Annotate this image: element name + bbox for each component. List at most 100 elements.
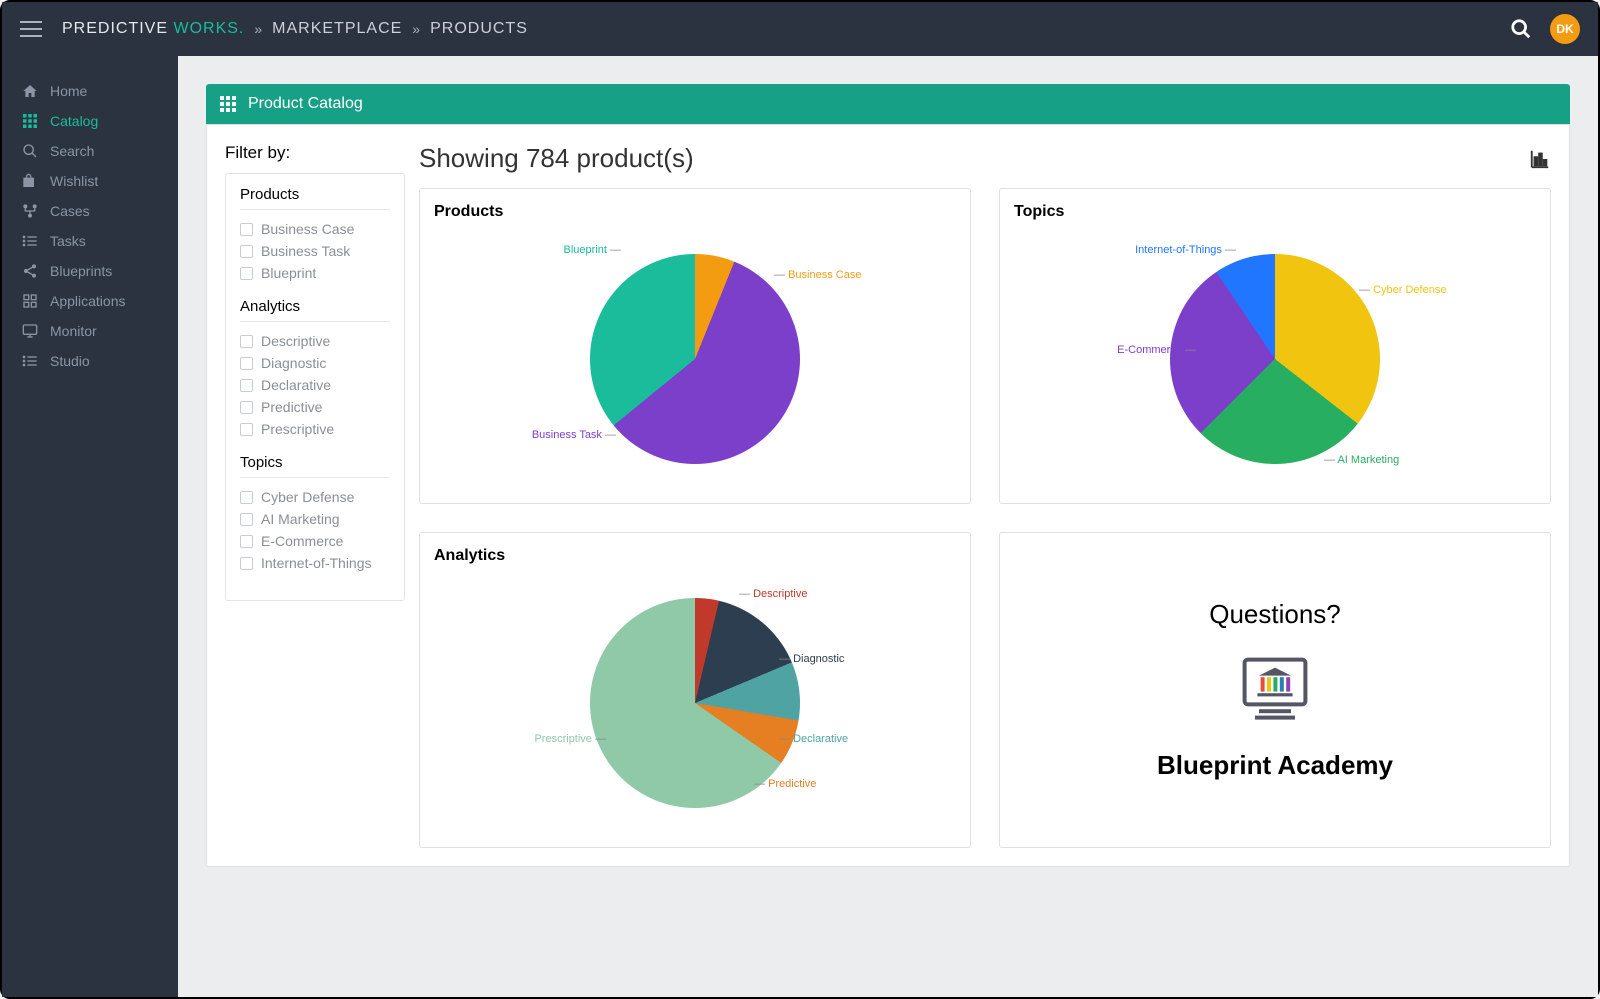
filter-option[interactable]: Diagnostic (240, 352, 390, 374)
filter-option[interactable]: Descriptive (240, 330, 390, 352)
grid-icon (22, 113, 38, 129)
checkbox-icon (240, 491, 253, 504)
checkbox-icon (240, 267, 253, 280)
search-icon (22, 143, 38, 159)
bag-icon (22, 173, 38, 189)
sidebar-item-monitor[interactable]: Monitor (2, 316, 178, 346)
checkbox-icon (240, 423, 253, 436)
chevron-icon: » (412, 21, 420, 37)
checkbox-icon (240, 535, 253, 548)
filter-option[interactable]: Business Case (240, 218, 390, 240)
filter-option[interactable]: Cyber Defense (240, 486, 390, 508)
pie-label: — Predictive (754, 778, 816, 790)
filter-option[interactable]: AI Marketing (240, 508, 390, 530)
sidebar-item-label: Cases (50, 203, 90, 219)
menu-toggle-icon[interactable] (20, 21, 42, 37)
panel-title: Product Catalog (248, 95, 363, 113)
filter-option-label: Internet-of-Things (261, 555, 372, 571)
filter-column: Filter by: ProductsBusiness CaseBusiness… (225, 143, 405, 848)
filter-option-label: Business Case (261, 221, 354, 237)
card-title: Topics (1014, 203, 1536, 221)
sidebar-item-studio[interactable]: Studio (2, 346, 178, 376)
sidebar: Home Catalog Search Wishlist Cases Tasks Bluep… (2, 56, 178, 997)
card-title: Analytics (434, 547, 956, 565)
card-topics: Topics — Cyber Defense— AI MarketingE-Co… (999, 188, 1551, 504)
sidebar-item-label: Catalog (50, 113, 98, 129)
sidebar-item-wishlist[interactable]: Wishlist (2, 166, 178, 196)
breadcrumb-marketplace[interactable]: MARKETPLACE (272, 20, 402, 38)
checkbox-icon (240, 223, 253, 236)
academy-icon (1235, 650, 1315, 730)
pie-label: — AI Marketing (1324, 454, 1399, 466)
checkbox-icon (240, 513, 253, 526)
checkbox-icon (240, 557, 253, 570)
list-icon (22, 233, 38, 249)
filter-title: Filter by: (225, 143, 405, 163)
card-title: Products (434, 203, 956, 221)
checkbox-icon (240, 379, 253, 392)
sidebar-item-label: Monitor (50, 323, 97, 339)
sidebar-item-label: Blueprints (50, 263, 112, 279)
chevron-icon: » (254, 21, 262, 37)
filter-option[interactable]: Business Task (240, 240, 390, 262)
filter-option-label: Prescriptive (261, 421, 334, 437)
filter-section-title: Analytics (240, 298, 390, 322)
breadcrumb-products[interactable]: PRODUCTS (430, 20, 528, 38)
pie-label: — Declarative (779, 733, 848, 745)
filter-option[interactable]: Predictive (240, 396, 390, 418)
filter-option[interactable]: Blueprint (240, 262, 390, 284)
search-icon[interactable] (1510, 18, 1532, 40)
filter-option[interactable]: Prescriptive (240, 418, 390, 440)
filter-option[interactable]: Internet-of-Things (240, 552, 390, 574)
filter-option-label: Predictive (261, 399, 322, 415)
avatar[interactable]: DK (1550, 14, 1580, 44)
list-icon (22, 353, 38, 369)
sidebar-item-cases[interactable]: Cases (2, 196, 178, 226)
pie-label: Blueprint — (564, 244, 621, 256)
sidebar-item-search[interactable]: Search (2, 136, 178, 166)
pie-label: — Business Case (774, 269, 861, 281)
filter-option-label: AI Marketing (261, 511, 340, 527)
card-products: Products — Business CaseBusiness Task —B… (419, 188, 971, 504)
main-column: Showing 784 product(s) Products — Busine… (419, 143, 1551, 848)
sidebar-item-label: Home (50, 83, 87, 99)
share-icon (22, 263, 38, 279)
checkbox-icon (240, 245, 253, 258)
sidebar-item-applications[interactable]: Applications (2, 286, 178, 316)
sidebar-item-home[interactable]: Home (2, 76, 178, 106)
bar-chart-icon[interactable] (1529, 148, 1551, 170)
page-body: Product Catalog Filter by: ProductsBusin… (178, 56, 1598, 997)
filter-option-label: Blueprint (261, 265, 316, 281)
filter-option[interactable]: E-Commerce (240, 530, 390, 552)
pie-label: — Diagnostic (779, 653, 844, 665)
card-analytics: Analytics — Descriptive — Diagnostic — Dec… (419, 532, 971, 848)
filter-option-label: Cyber Defense (261, 489, 354, 505)
checkbox-icon (240, 357, 253, 370)
sidebar-item-label: Applications (50, 293, 126, 309)
panel-header: Product Catalog (206, 84, 1570, 124)
brand: PREDICTIVE WORKS. (62, 20, 244, 38)
filter-option-label: Diagnostic (261, 355, 326, 371)
pie-label: — Descriptive (739, 588, 807, 600)
filter-option-label: Descriptive (261, 333, 330, 349)
filter-option[interactable]: Declarative (240, 374, 390, 396)
sidebar-item-catalog[interactable]: Catalog (2, 106, 178, 136)
filter-option-label: Declarative (261, 377, 331, 393)
promo-name: Blueprint Academy (1157, 750, 1393, 781)
home-icon (22, 83, 38, 99)
checkbox-icon (240, 401, 253, 414)
monitor-icon (22, 323, 38, 339)
checkbox-icon (240, 335, 253, 348)
pie-label: Prescriptive — (534, 733, 606, 745)
apps-icon (22, 293, 38, 309)
promo-question: Questions? (1209, 599, 1341, 630)
sidebar-item-label: Search (50, 143, 94, 159)
sidebar-item-blueprints[interactable]: Blueprints (2, 256, 178, 286)
top-header: PREDICTIVE WORKS. » MARKETPLACE » PRODUC… (2, 2, 1598, 56)
card-promo[interactable]: Questions? B (999, 532, 1551, 848)
pie-chart (590, 254, 800, 464)
sidebar-item-label: Tasks (50, 233, 86, 249)
flow-icon (22, 203, 38, 219)
sidebar-item-tasks[interactable]: Tasks (2, 226, 178, 256)
sidebar-item-label: Studio (50, 353, 90, 369)
